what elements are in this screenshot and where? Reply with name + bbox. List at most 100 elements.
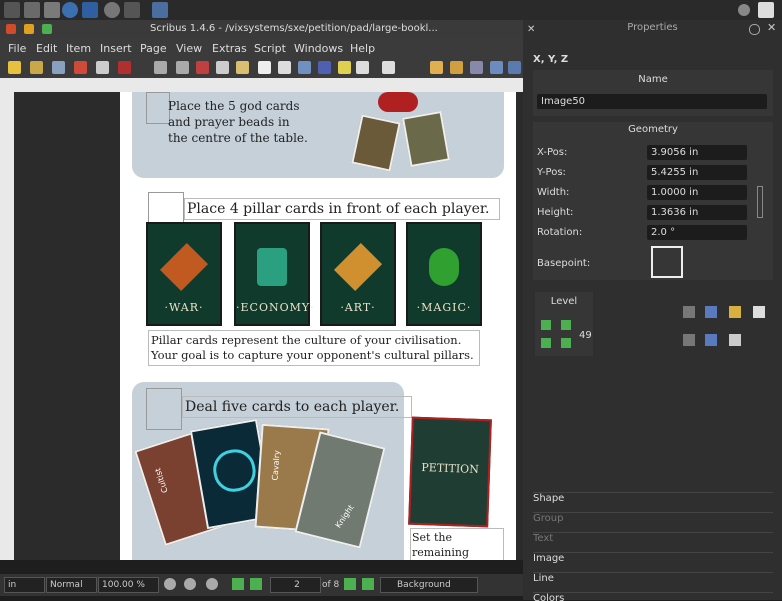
level-bottom-icon[interactable] — [561, 338, 571, 348]
prev-page-icon[interactable] — [250, 578, 262, 590]
ungroup-icon[interactable] — [683, 334, 695, 346]
save-icon[interactable] — [52, 61, 65, 74]
deal-heading[interactable]: Deal five cards to each player. — [182, 396, 412, 418]
menu-view[interactable]: View — [176, 42, 202, 55]
prayer-beads-image[interactable] — [378, 92, 418, 112]
panel-text[interactable]: Place the 5 god cards and prayer beads i… — [168, 98, 308, 146]
app-launcher-icon[interactable] — [4, 2, 20, 18]
layer-select[interactable]: Background — [380, 577, 478, 593]
unit-select[interactable]: in — [4, 577, 45, 593]
zoom-reset-icon[interactable] — [184, 578, 196, 590]
file-manager-icon[interactable] — [82, 2, 98, 18]
first-page-icon[interactable] — [232, 578, 244, 590]
menu-file[interactable]: File — [8, 42, 26, 55]
cut-icon[interactable] — [196, 61, 209, 74]
pillar-description[interactable]: Pillar cards represent the culture of yo… — [148, 330, 480, 366]
menu-item[interactable]: Item — [66, 42, 91, 55]
menu-help[interactable]: Help — [350, 42, 375, 55]
zoom-icon[interactable] — [490, 61, 503, 74]
print-icon[interactable] — [96, 61, 109, 74]
level-top-icon[interactable] — [561, 320, 571, 330]
tray-icon[interactable] — [738, 4, 750, 16]
tab-text[interactable]: Text — [533, 532, 773, 553]
vertical-ruler[interactable] — [0, 92, 14, 560]
basepoint-selector-icon[interactable] — [651, 246, 683, 278]
zoom-out-icon[interactable] — [164, 578, 176, 590]
float-panel-icon[interactable] — [749, 24, 760, 35]
browser-icon[interactable] — [62, 2, 78, 18]
rotation-input[interactable]: 2.0 ° — [647, 225, 747, 240]
record-icon[interactable] — [104, 2, 120, 18]
open-icon[interactable] — [30, 61, 43, 74]
pillar-card-economy[interactable]: ·ECONOMY· — [234, 222, 314, 326]
paste-icon[interactable] — [236, 61, 249, 74]
close-window-icon[interactable] — [6, 24, 16, 34]
printable-icon[interactable] — [753, 306, 765, 318]
petition-card[interactable]: PETITION — [408, 416, 492, 528]
tab-image[interactable]: Image — [533, 552, 773, 573]
menu-page[interactable]: Page — [140, 42, 167, 55]
redo-icon[interactable] — [176, 61, 189, 74]
size-lock-icon[interactable] — [729, 334, 741, 346]
mode-select[interactable]: Normal — [46, 577, 97, 593]
rotate-icon[interactable] — [470, 61, 483, 74]
level-up-icon[interactable] — [541, 320, 551, 330]
close-icon[interactable]: ✕ — [767, 21, 776, 34]
height-input[interactable]: 1.3636 in — [647, 205, 747, 220]
name-input[interactable]: Image50 — [537, 94, 767, 109]
document-canvas[interactable]: Place the 5 god cards and prayer beads i… — [14, 92, 523, 560]
undo-icon[interactable] — [154, 61, 167, 74]
menu-edit[interactable]: Edit — [36, 42, 57, 55]
pillar-card-magic[interactable]: ·MAGIC· — [406, 222, 482, 326]
chain-link-icon[interactable] — [757, 186, 763, 218]
flip-vertical-icon[interactable] — [705, 334, 717, 346]
select-tool-icon[interactable] — [258, 61, 271, 74]
minimize-window-icon[interactable] — [24, 24, 34, 34]
workspace-switcher-icon[interactable] — [44, 2, 60, 18]
menu-windows[interactable]: Windows — [294, 42, 343, 55]
tab-line[interactable]: Line — [533, 572, 773, 593]
horizontal-ruler[interactable] — [0, 78, 523, 92]
xpos-input[interactable]: 3.9056 in — [647, 145, 747, 160]
image-frame[interactable] — [146, 92, 170, 124]
god-card-image[interactable] — [401, 110, 451, 168]
bezier-icon[interactable] — [450, 61, 463, 74]
side-text[interactable]: Set the remaining — [410, 528, 504, 560]
new-document-icon[interactable] — [8, 61, 21, 74]
edit-contents-icon[interactable] — [508, 61, 521, 74]
width-input[interactable]: 1.0000 in — [647, 185, 747, 200]
zoom-input[interactable]: 100.00 % — [98, 577, 159, 593]
table-icon[interactable] — [338, 61, 351, 74]
flip-horizontal-icon[interactable] — [705, 306, 717, 318]
pillar-card-war[interactable]: ·WAR· — [146, 222, 222, 326]
tab-shape[interactable]: Shape — [533, 492, 773, 513]
ypos-input[interactable]: 5.4255 in — [647, 165, 747, 180]
maximize-window-icon[interactable] — [42, 24, 52, 34]
menu-script[interactable]: Script — [254, 42, 286, 55]
image-frame-icon[interactable] — [298, 61, 311, 74]
tab-group[interactable]: Group — [533, 512, 773, 533]
line-icon[interactable] — [430, 61, 443, 74]
pillar-card-art[interactable]: ·ART· — [320, 222, 396, 326]
menu-extras[interactable]: Extras — [212, 42, 247, 55]
zoom-in-icon[interactable] — [206, 578, 218, 590]
render-frame-icon[interactable] — [318, 61, 331, 74]
menu-insert[interactable]: Insert — [100, 42, 132, 55]
copy-icon[interactable] — [216, 61, 229, 74]
xyz-tab[interactable]: X, Y, Z — [533, 54, 568, 65]
text-frame-icon[interactable] — [278, 61, 291, 74]
next-page-icon[interactable] — [344, 578, 356, 590]
image-frame[interactable] — [148, 192, 184, 226]
page-input[interactable]: 2 — [270, 577, 321, 593]
image-frame[interactable] — [146, 388, 182, 430]
document-page[interactable]: Place the 5 god cards and prayer beads i… — [120, 92, 516, 560]
scribus-task-icon[interactable] — [152, 2, 168, 18]
group-icon[interactable] — [683, 306, 695, 318]
close-doc-icon[interactable] — [74, 61, 87, 74]
polygon-icon[interactable] — [382, 61, 395, 74]
shape-icon[interactable] — [356, 61, 369, 74]
pdf-icon[interactable] — [118, 61, 131, 74]
workspace-switcher-icon[interactable] — [24, 2, 40, 18]
lock-icon[interactable] — [729, 306, 741, 318]
level-down-icon[interactable] — [541, 338, 551, 348]
